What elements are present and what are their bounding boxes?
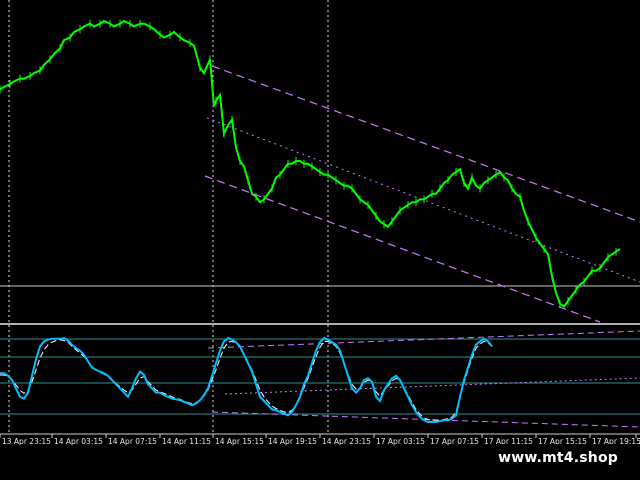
oscillator-signal-line	[0, 339, 493, 421]
x-tick-label: 14 Apr 15:15	[215, 437, 264, 446]
x-tick-label: 14 Apr 03:15	[54, 437, 103, 446]
price-series	[0, 19, 621, 308]
x-tick-label: 17 Apr 07:15	[430, 437, 479, 446]
oscillator-trend-mid	[224, 377, 640, 395]
chart-window[interactable]: 13 Apr 23:15 14 Apr 03:15 14 Apr 07:15 14 A…	[0, 0, 640, 480]
x-tick-label: 14 Apr 23:15	[322, 437, 371, 446]
x-tick-label: 13 Apr 23:15	[2, 437, 51, 446]
chart-svg: 13 Apr 23:15 14 Apr 03:15 14 Apr 07:15 14 A…	[0, 0, 640, 446]
x-tick-label: 14 Apr 07:15	[108, 437, 157, 446]
oscillator-main-line	[0, 336, 493, 423]
x-tick-label: 17 Apr 03:15	[376, 437, 425, 446]
x-tick-label: 14 Apr 19:15	[268, 437, 317, 446]
x-tick-label: 14 Apr 11:15	[162, 437, 211, 446]
site-watermark: www.mt4.shop	[488, 444, 628, 472]
